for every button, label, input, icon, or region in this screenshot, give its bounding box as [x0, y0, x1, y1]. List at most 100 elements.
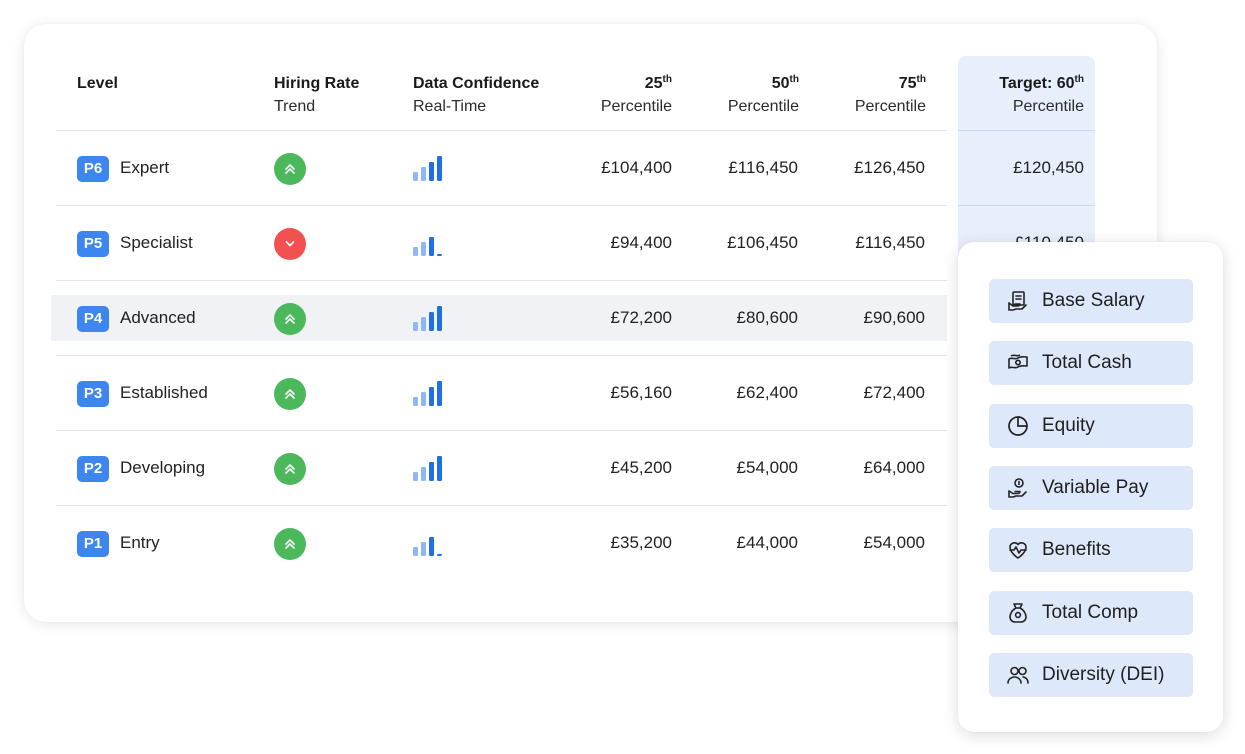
users-icon [1006, 663, 1030, 687]
menu-item-label: Total Comp [1042, 601, 1139, 623]
signal-bar [437, 456, 442, 481]
signal-strength-icon [413, 304, 445, 332]
table-row[interactable]: P4 Advanced £72,200 £80,600 £90,600 [51, 281, 1095, 356]
header-p50-label: 50 [771, 75, 790, 92]
p50-value: £62,400 [736, 383, 798, 402]
header-p25: 25th Percentile [552, 72, 672, 118]
p25-value: £72,200 [610, 308, 672, 327]
header-p50-sup: th [789, 74, 799, 85]
header-data-confidence: Data Confidence Real-Time [413, 72, 539, 118]
signal-strength-icon [413, 454, 445, 482]
header-data-confidence-sub: Real-Time [413, 98, 487, 115]
signal-bar [429, 387, 434, 406]
menu-item-base-salary[interactable]: Base Salary [989, 279, 1193, 323]
table-row[interactable]: P2 Developing £45,200 £54,000 £64,000 [56, 431, 1095, 506]
level-badge: P5 [77, 231, 109, 257]
level-name: Established [120, 383, 208, 402]
money-bag-icon [1006, 601, 1030, 625]
level-name: Developing [120, 458, 206, 477]
menu-item-total-comp[interactable]: Total Comp [989, 590, 1193, 635]
header-p75-sup: th [916, 74, 926, 85]
header-target-sup: th [1074, 74, 1084, 85]
p25-value: £94,400 [610, 233, 672, 252]
menu-item-label: Total Cash [1042, 352, 1132, 374]
level-badge: P2 [77, 456, 109, 482]
header-p75: 75th Percentile [806, 72, 926, 118]
table-row[interactable]: P5Specialist£94,400£106,450£116,450£110,… [56, 206, 1095, 281]
signal-bar [421, 392, 426, 406]
p50-value: £80,600 [736, 308, 798, 327]
p50-value: £106,450 [727, 233, 798, 252]
trend-up-icon [274, 153, 306, 185]
header-data-confidence-label: Data Confidence [413, 75, 540, 92]
table-row[interactable]: P1 Entry £35,200 £44,000 £54,000 [56, 506, 947, 581]
signal-bar [413, 322, 418, 331]
header-p25-sup: th [662, 74, 672, 85]
header-hiring-rate-sub: Trend [274, 98, 316, 115]
header-hiring-rate: Hiring Rate Trend [274, 72, 359, 118]
signal-bar [421, 467, 426, 481]
target-value: £120,450 [1013, 158, 1084, 177]
p75-value: £64,000 [863, 458, 925, 477]
signal-bar [421, 242, 426, 256]
p25-value: £45,200 [610, 458, 672, 477]
target-divider [958, 205, 1095, 206]
header-p25-label: 25 [644, 75, 663, 92]
p75-value: £116,450 [855, 233, 925, 252]
menu-item-total-cash[interactable]: Total Cash [989, 341, 1193, 386]
signal-bar [429, 462, 434, 481]
signal-bar [413, 397, 418, 406]
header-p25-sub: Percentile [600, 98, 672, 115]
trend-up-icon [274, 303, 306, 335]
menu-item-label: Diversity (DEI) [1042, 663, 1165, 685]
p50-value: £44,000 [736, 533, 798, 552]
p75-value: £72,400 [863, 383, 925, 402]
table-row[interactable]: P6 Expert £104,400 £116,450 £126,450 £120,450 [56, 131, 1095, 206]
level-badge: P3 [77, 381, 109, 407]
level-name: Specialist [120, 233, 193, 252]
signal-bar [413, 172, 418, 181]
header-p50-sub: Percentile [727, 98, 799, 115]
header-hiring-rate-label: Hiring Rate [274, 75, 360, 92]
header-target-sub: Percentile [1012, 98, 1084, 115]
signal-bar [413, 547, 418, 556]
p75-value: £126,450 [854, 158, 925, 177]
header-level: Level [77, 72, 118, 95]
menu-item-label: Equity [1042, 414, 1095, 436]
p25-value: £56,160 [610, 383, 672, 402]
menu-item-variable-pay[interactable]: Variable Pay [989, 465, 1193, 510]
signal-bar [421, 317, 426, 331]
signal-bar [429, 237, 434, 256]
menu-item-label: Base Salary [1042, 290, 1145, 311]
signal-strength-icon [413, 379, 445, 407]
table-row[interactable]: P3 Established £56,160 £62,400 £72,400 [56, 356, 1095, 431]
signal-bar [437, 381, 442, 406]
menu-item-equity[interactable]: Equity [989, 403, 1193, 448]
signal-bar [413, 472, 418, 481]
menu-item-benefits[interactable]: Benefits [989, 528, 1193, 573]
header-level-label: Level [77, 75, 118, 92]
metric-menu: Base Salary Total Cash Equity Variable Pay B… [958, 242, 1223, 732]
signal-bar [421, 167, 426, 181]
p75-value: £90,600 [863, 308, 925, 327]
trend-down-icon [274, 228, 306, 260]
signal-bar [437, 254, 442, 256]
level-badge: P4 [77, 306, 109, 332]
header-target-divider [958, 130, 1095, 131]
p25-value: £35,200 [610, 533, 672, 552]
signal-bar [413, 247, 418, 256]
p25-value: £104,400 [601, 158, 672, 177]
cash-stack-icon [1006, 351, 1030, 375]
header-p75-sub: Percentile [854, 98, 926, 115]
signal-bar [437, 156, 442, 181]
heart-pulse-icon [1006, 538, 1030, 562]
p50-value: £54,000 [736, 458, 798, 477]
p75-value: £54,000 [863, 533, 925, 552]
menu-item-diversity-dei[interactable]: Diversity (DEI) [989, 652, 1193, 697]
trend-up-icon [274, 453, 306, 485]
pie-chart-icon [1006, 414, 1030, 438]
menu-item-label: Benefits [1042, 539, 1111, 561]
level-name: Advanced [120, 308, 196, 327]
signal-strength-icon [413, 229, 445, 257]
header-target-label: Target: 60 [999, 75, 1075, 92]
